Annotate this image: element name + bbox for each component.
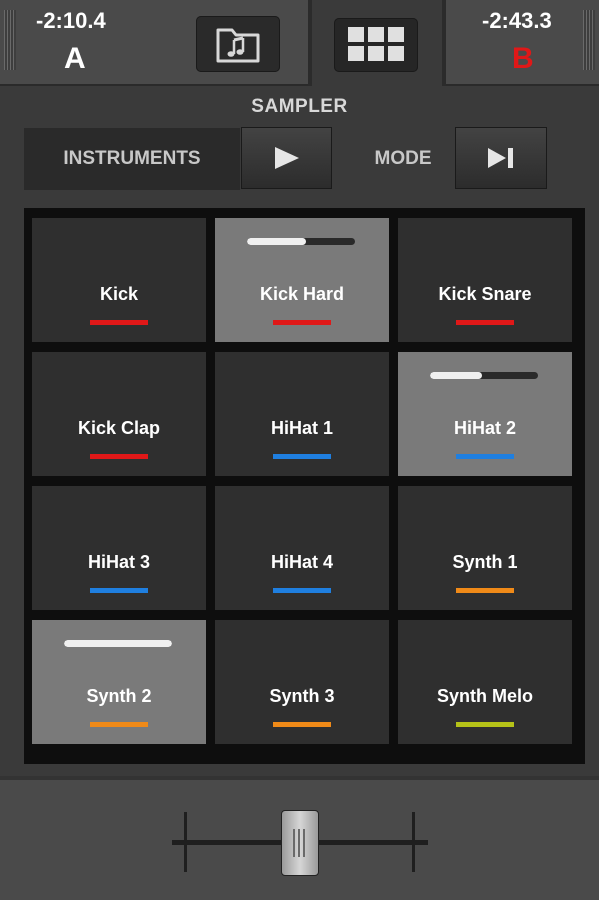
deck-a-time: -2:10.4	[36, 8, 106, 33]
top-bar: -2:10.4 A -2:43.3 B	[0, 0, 599, 86]
grid-view-icon	[348, 27, 404, 61]
sample-pad[interactable]: Synth 1	[398, 486, 572, 610]
pad-color-indicator	[273, 722, 331, 727]
deck-b-panel[interactable]: -2:43.3 B	[446, 0, 599, 86]
sample-pad[interactable]: Synth Melo	[398, 620, 572, 744]
pad-color-indicator	[90, 320, 148, 325]
pad-progress-bar	[430, 372, 538, 379]
pad-label: Kick	[99, 284, 139, 304]
skip-next-icon	[488, 148, 513, 168]
deck-b-time: -2:43.3	[482, 8, 552, 33]
pad-color-indicator	[273, 454, 331, 459]
sampler-title: SAMPLER	[251, 96, 348, 117]
pad-label: Synth 2	[86, 686, 152, 706]
pad-grid: Kick Kick Hard Kick Snare Kick Clap HiHat 1 H…	[24, 208, 585, 764]
sample-pad[interactable]: Kick Snare	[398, 218, 572, 342]
music-folder-button[interactable]	[196, 16, 280, 72]
sampler-tab	[312, 0, 442, 86]
sample-pad[interactable]: Kick	[32, 218, 206, 342]
pad-label: Synth 1	[452, 552, 518, 572]
sample-pad[interactable]: HiHat 3	[32, 486, 206, 610]
pad-label: HiHat 2	[453, 418, 516, 438]
pad-color-indicator	[456, 454, 514, 459]
pad-color-indicator	[90, 588, 148, 593]
sample-pad[interactable]: Kick Hard	[215, 218, 389, 342]
deck-b-grip	[583, 10, 595, 70]
sample-pad[interactable]: Kick Clap	[32, 352, 206, 476]
pad-color-indicator	[90, 454, 148, 459]
pad-label: HiHat 3	[87, 552, 150, 572]
deck-a-panel[interactable]: -2:10.4 A	[0, 0, 308, 86]
sample-pad[interactable]: HiHat 4	[215, 486, 389, 610]
pad-label: Synth Melo	[436, 686, 533, 706]
crossfader-knob[interactable]	[281, 810, 319, 876]
pad-label: HiHat 4	[270, 552, 333, 572]
instruments-button[interactable]: INSTRUMENTS	[24, 128, 240, 190]
pad-progress-fill	[430, 372, 482, 379]
pad-progress-fill	[247, 238, 307, 245]
crossfader-grip-icon	[293, 829, 307, 857]
pad-color-indicator	[273, 588, 331, 593]
pad-label: HiHat 1	[270, 418, 333, 438]
sample-pad[interactable]: Synth 2	[32, 620, 206, 744]
pad-label: Kick Snare	[438, 284, 532, 304]
crossfader-right-stop	[412, 812, 415, 872]
pad-progress-bar	[247, 238, 355, 245]
pad-color-indicator	[456, 320, 514, 325]
deck-b-letter: B	[512, 42, 534, 75]
pad-color-indicator	[456, 588, 514, 593]
deck-a-grip	[4, 10, 16, 70]
sample-pad[interactable]: HiHat 1	[215, 352, 389, 476]
grid-view-button[interactable]	[334, 18, 418, 72]
mode-label: MODE	[374, 148, 432, 169]
crossfader-panel	[0, 776, 599, 900]
pad-color-indicator	[273, 320, 331, 325]
pad-color-indicator	[456, 722, 514, 727]
pad-progress-fill	[64, 640, 172, 647]
sample-pad[interactable]: Synth 3	[215, 620, 389, 744]
play-button[interactable]	[241, 127, 332, 189]
pad-label: Kick Clap	[77, 418, 161, 438]
sample-pad[interactable]: HiHat 2	[398, 352, 572, 476]
play-icon	[274, 147, 299, 169]
pad-label: Kick Hard	[259, 284, 345, 304]
crossfader-left-stop	[184, 812, 187, 872]
pad-label: Synth 3	[269, 686, 335, 706]
mode-button[interactable]	[455, 127, 547, 189]
pad-color-indicator	[90, 722, 148, 727]
pad-progress-bar	[64, 640, 172, 647]
music-folder-icon	[216, 28, 260, 63]
deck-a-letter: A	[64, 42, 86, 75]
